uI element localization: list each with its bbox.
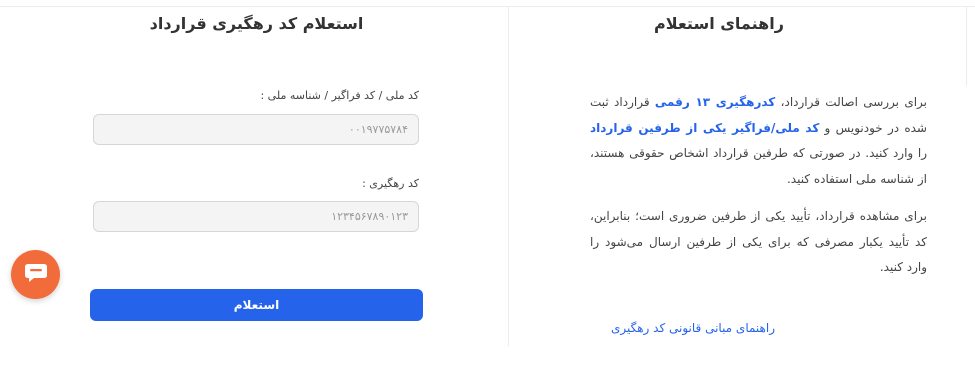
legal-guide-link[interactable]: راهنمای مبانی قانونی کد رهگیری bbox=[590, 321, 775, 335]
guide-paragraph-2: برای مشاهده قرارداد، تأیید یکی از طرفین … bbox=[590, 209, 927, 274]
chat-bubble-icon bbox=[24, 262, 48, 288]
top-border bbox=[0, 6, 975, 7]
chat-widget-button[interactable] bbox=[11, 250, 60, 299]
tracking-code-label: کد رهگیری : bbox=[362, 177, 419, 190]
national-id-highlight: کد ملی/فراگیر یکی از طرفین قرارداد bbox=[590, 120, 820, 135]
guide-text: برای بررسی اصالت قرارداد، bbox=[775, 95, 927, 109]
national-id-input[interactable] bbox=[93, 114, 419, 145]
guide-paragraph-1: برای بررسی اصالت قرارداد، کدرهگیری ۱۳ رق… bbox=[590, 90, 927, 192]
guide-text: را وارد کنید. در صورتی که طرفین قرارداد … bbox=[590, 146, 927, 186]
form-title: استعلام کد رهگیری قرارداد bbox=[149, 14, 364, 33]
inquiry-submit-button[interactable]: استعلام bbox=[90, 289, 423, 321]
tracking-code-highlight: کدرهگیری ۱۳ رقمی bbox=[654, 95, 776, 109]
tracking-code-input[interactable] bbox=[93, 201, 419, 232]
guide-body: برای بررسی اصالت قرارداد، کدرهگیری ۱۳ رق… bbox=[590, 90, 927, 293]
national-id-label: کد ملی / کد فراگیر / شناسه ملی : bbox=[260, 89, 419, 102]
guide-title: راهنمای استعلام bbox=[654, 14, 784, 33]
panel-edge bbox=[966, 6, 967, 86]
panel-divider bbox=[508, 6, 509, 346]
